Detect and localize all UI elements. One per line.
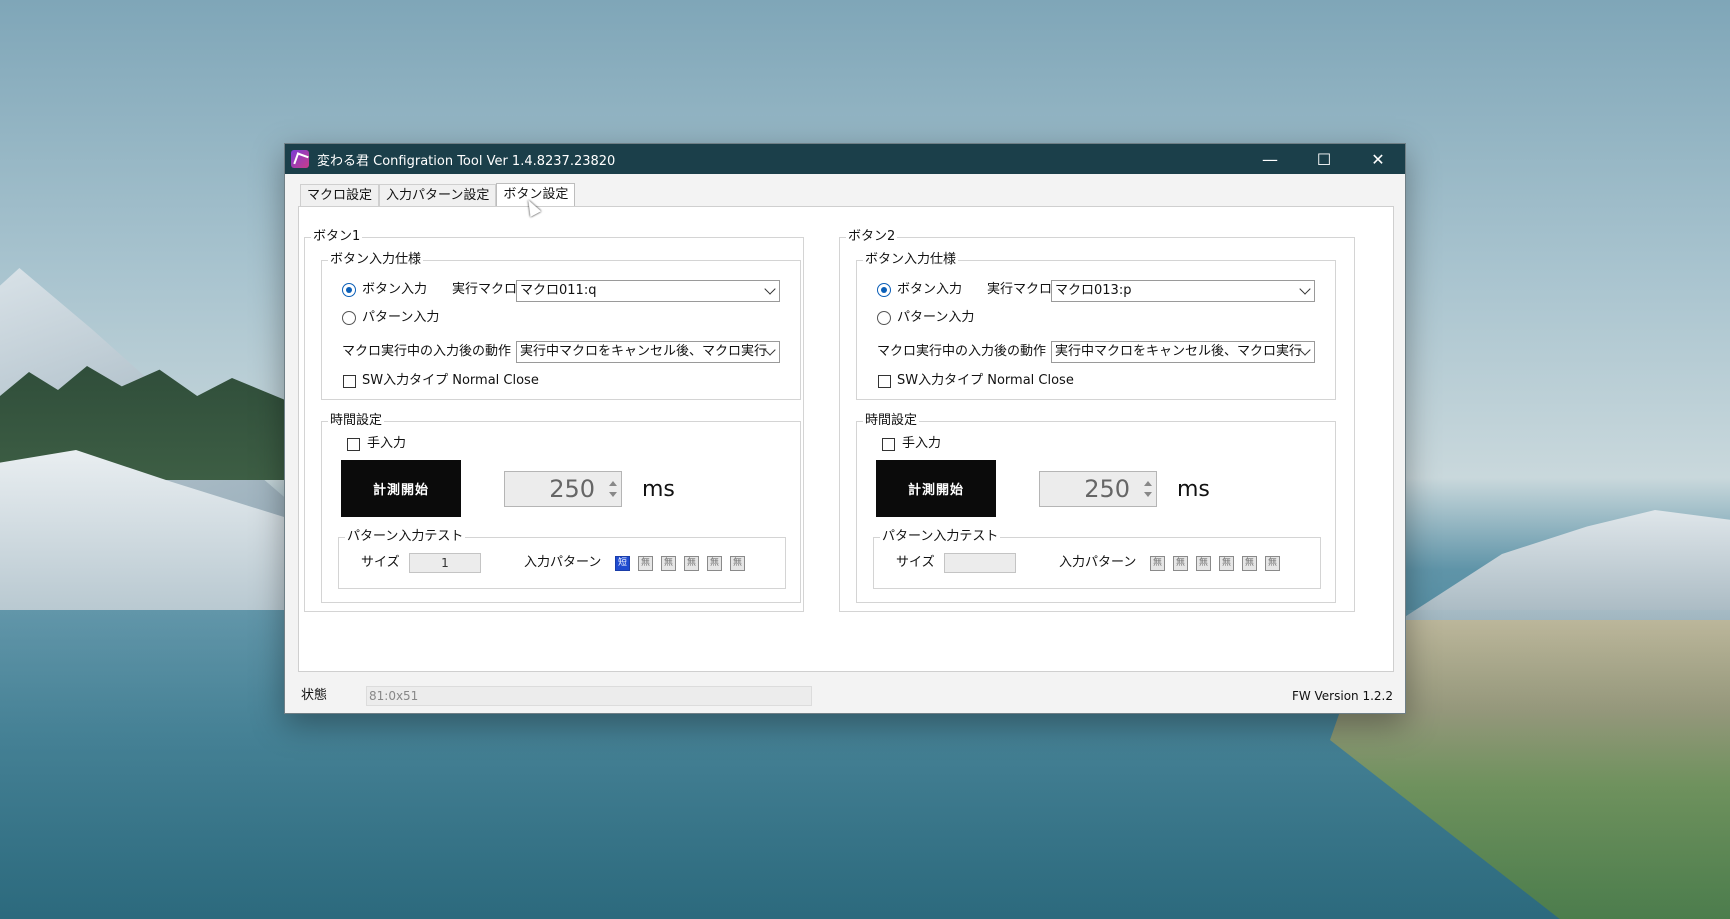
chevron-down-icon (764, 283, 776, 295)
checkbox-label: 手入力 (902, 436, 942, 451)
button2-measure-start-button[interactable]: 計測開始 (876, 460, 996, 517)
tab-macro-settings[interactable]: マクロ設定 (300, 184, 380, 207)
pattern-cell: 無 (638, 556, 653, 571)
pattern-cell: 無 (1150, 556, 1165, 571)
tab-content-button-settings: ボタン1 ボタン入力仕様 ボタン入力 実行マクロ マクロ011:q パターン入力… (298, 206, 1394, 713)
button1-exec-macro-select[interactable]: マクロ011:q (516, 280, 780, 302)
fw-version: FW Version 1.2.2 (1291, 689, 1393, 703)
button1-sw-type-checkbox[interactable] (343, 375, 356, 388)
pattern-cell: 無 (684, 556, 699, 571)
spin-down-icon[interactable] (609, 492, 617, 497)
status-value: 81:0x51 (366, 686, 812, 706)
button2-pattern-test: パターン入力テスト サイズ 入力パターン 無 無 無 無 無 無 (873, 529, 1321, 589)
minimize-button[interactable]: — (1243, 144, 1297, 174)
pattern-cell: 無 (730, 556, 745, 571)
exec-macro-label: 実行マクロ (452, 282, 518, 297)
time-unit: ms (642, 477, 675, 502)
button1-behavior-select[interactable]: 実行中マクロをキャンセル後、マクロ実行 (516, 341, 780, 363)
size-label: サイズ (361, 555, 400, 570)
config-tool-window: 変わる君 Configration Tool Ver 1.4.8237.2382… (284, 143, 1406, 714)
select-value: マクロ011:q (520, 283, 597, 298)
button2-radio-button-input[interactable] (877, 283, 891, 297)
button1-radio-pattern-input[interactable] (342, 311, 356, 325)
button2-radio-pattern-input[interactable] (877, 311, 891, 325)
status-bar: 状態 81:0x51 FW Version 1.2.2 (285, 678, 1405, 713)
pattern-cell: 無 (1219, 556, 1234, 571)
radio-label: パターン入力 (362, 310, 440, 325)
pattern-cell: 無 (1173, 556, 1188, 571)
button1-pattern-test: パターン入力テスト サイズ 1 入力パターン 短 無 無 無 無 無 (338, 529, 786, 589)
time-unit: ms (1177, 477, 1210, 502)
pattern-cell: 無 (1265, 556, 1280, 571)
pattern-label: 入力パターン (1059, 555, 1137, 570)
button1-size-field: 1 (409, 553, 481, 573)
select-value: マクロ013:p (1055, 283, 1132, 298)
pattern-cell: 無 (1242, 556, 1257, 571)
time-settings-legend: 時間設定 (863, 413, 920, 429)
spin-down-icon[interactable] (1144, 492, 1152, 497)
button2-size-field (944, 553, 1016, 573)
button2-sw-type-checkbox[interactable] (878, 375, 891, 388)
button1-group: ボタン1 ボタン入力仕様 ボタン入力 実行マクロ マクロ011:q パターン入力… (304, 229, 804, 612)
button2-group: ボタン2 ボタン入力仕様 ボタン入力 実行マクロ マクロ013:p パターン入力… (839, 229, 1355, 612)
input-spec-legend: ボタン入力仕様 (863, 252, 959, 268)
button1-time-settings: 時間設定 手入力 計測開始 250 ms パターン入力テスト サイズ 1 入力パ… (321, 413, 801, 603)
pattern-test-legend: パターン入力テスト (345, 529, 466, 545)
button1-title: ボタン1 (311, 229, 363, 245)
button2-input-spec: ボタン入力仕様 ボタン入力 実行マクロ マクロ013:p パターン入力 マクロ実… (856, 252, 1336, 400)
spinner-value: 250 (1084, 475, 1130, 503)
chevron-down-icon (1299, 283, 1311, 295)
button2-time-value-spinner[interactable]: 250 (1039, 471, 1157, 507)
button1-radio-button-input[interactable] (342, 283, 356, 297)
checkbox-label: SW入力タイプ Normal Close (897, 373, 1074, 388)
window-controls: — ☐ ✕ (1243, 144, 1405, 174)
behavior-label: マクロ実行中の入力後の動作 (877, 344, 1047, 359)
pattern-label: 入力パターン (524, 555, 602, 570)
exec-macro-label: 実行マクロ (987, 282, 1053, 297)
tab-input-pattern-settings[interactable]: 入力パターン設定 (379, 184, 497, 207)
input-spec-legend: ボタン入力仕様 (328, 252, 424, 268)
checkbox-label: 手入力 (367, 436, 407, 451)
close-button[interactable]: ✕ (1351, 144, 1405, 174)
select-value: 実行中マクロをキャンセル後、マクロ実行 (1055, 344, 1303, 359)
size-label: サイズ (896, 555, 935, 570)
button1-input-spec: ボタン入力仕様 ボタン入力 実行マクロ マクロ011:q パターン入力 マクロ実… (321, 252, 801, 400)
checkbox-label: SW入力タイプ Normal Close (362, 373, 539, 388)
time-settings-legend: 時間設定 (328, 413, 385, 429)
radio-label: ボタン入力 (362, 282, 428, 297)
button1-measure-start-button[interactable]: 計測開始 (341, 460, 461, 517)
button2-behavior-select[interactable]: 実行中マクロをキャンセル後、マクロ実行 (1051, 341, 1315, 363)
title-bar[interactable]: 変わる君 Configration Tool Ver 1.4.8237.2382… (285, 144, 1405, 174)
maximize-button[interactable]: ☐ (1297, 144, 1351, 174)
spinner-value: 250 (549, 475, 595, 503)
spin-up-icon[interactable] (609, 481, 617, 486)
button1-manual-checkbox[interactable] (347, 438, 360, 451)
button2-title: ボタン2 (846, 229, 898, 245)
pattern-cell: 無 (661, 556, 676, 571)
button2-exec-macro-select[interactable]: マクロ013:p (1051, 280, 1315, 302)
pattern-cell: 短 (615, 556, 630, 571)
mountain-right (1400, 510, 1730, 620)
pattern-cell: 無 (1196, 556, 1211, 571)
pattern-test-legend: パターン入力テスト (880, 529, 1001, 545)
behavior-label: マクロ実行中の入力後の動作 (342, 344, 512, 359)
radio-label: ボタン入力 (897, 282, 963, 297)
spin-up-icon[interactable] (1144, 481, 1152, 486)
app-icon (291, 150, 309, 168)
button2-time-settings: 時間設定 手入力 計測開始 250 ms パターン入力テスト サイズ 入力パター… (856, 413, 1336, 603)
status-label: 状態 (301, 688, 328, 703)
window-title: 変わる君 Configration Tool Ver 1.4.8237.2382… (317, 153, 616, 169)
radio-label: パターン入力 (897, 310, 975, 325)
pattern-cell: 無 (707, 556, 722, 571)
button1-time-value-spinner[interactable]: 250 (504, 471, 622, 507)
select-value: 実行中マクロをキャンセル後、マクロ実行 (520, 344, 768, 359)
button2-manual-checkbox[interactable] (882, 438, 895, 451)
